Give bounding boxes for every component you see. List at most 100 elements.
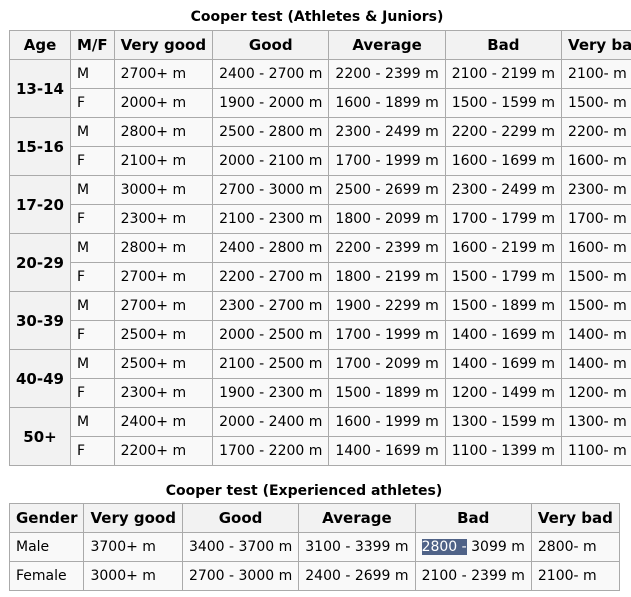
sex-cell: M	[69, 291, 115, 321]
column-header-average: Average	[328, 30, 446, 60]
sex-cell: M	[69, 407, 115, 437]
table-row: F 2100+ m 2000 - 2100 m 1700 - 1999 m 1600 -…	[10, 146, 631, 176]
very-bad-cell: 1300- m	[561, 407, 631, 437]
very-good-cell: 3000+ m	[83, 561, 183, 591]
table-row: F 2700+ m 2200 - 2700 m 1800 - 2199 m 1500 -…	[10, 262, 631, 292]
age-group-cell: 13-14	[9, 59, 71, 118]
bad-cell: 1300 - 1599 m	[444, 407, 563, 437]
good-cell: 2400 - 2800 m	[212, 233, 330, 263]
average-cell: 2200 - 2399 m	[328, 233, 446, 263]
table-row: F 2500+ m 2000 - 2500 m 1700 - 1999 m 1400 -…	[10, 320, 631, 350]
very-good-cell: 2700+ m	[113, 291, 214, 321]
table-row-female: Female 3000+ m 2700 - 3000 m 2400 - 2699…	[8, 561, 620, 591]
sex-cell: M	[69, 117, 115, 147]
table-row: F 2200+ m 1700 - 2200 m 1400 - 1699 m 1100 -…	[10, 436, 631, 466]
bad-cell: 1500 - 1599 m	[444, 88, 563, 118]
very-good-cell: 2000+ m	[113, 88, 214, 118]
table-row: 20-29 M 2800+ m 2400 - 2800 m 2200 - 2399 m1…	[9, 233, 631, 292]
average-cell: 1400 - 1699 m	[328, 436, 446, 466]
sex-cell: M	[69, 349, 115, 379]
good-cell: 2700 - 3000 m	[181, 561, 300, 591]
average-cell: 1700 - 1999 m	[328, 146, 446, 176]
average-cell: 2500 - 2699 m	[328, 175, 446, 205]
average-cell: 1700 - 2099 m	[328, 349, 446, 379]
average-cell: 3100 - 3399 m	[298, 532, 416, 562]
good-cell: 1900 - 2000 m	[212, 88, 330, 118]
average-cell: 2300 - 2499 m	[328, 117, 446, 147]
table-header-row: Gender Very good Good Average Bad Very b…	[8, 503, 620, 533]
table-row: F 2300+ m 2100 - 2300 m 1800 - 2099 m 1700 -…	[10, 204, 631, 234]
age-group-cell: 20-29	[9, 233, 71, 292]
very-good-cell: 2800+ m	[113, 117, 214, 147]
table-row: F 2300+ m 1900 - 2300 m 1500 - 1899 m 1200 -…	[10, 378, 631, 408]
table1-caption: Cooper test (Athletes & Juniors)	[190, 9, 444, 25]
column-header-sex: M/F	[69, 30, 115, 60]
very-bad-cell: 1700- m	[561, 204, 631, 234]
very-bad-cell: 1400- m	[561, 320, 631, 350]
very-good-cell: 2700+ m	[113, 262, 214, 292]
good-cell: 2700 - 3000 m	[212, 175, 330, 205]
very-good-cell: 2700+ m	[113, 59, 214, 89]
sex-cell: F	[69, 204, 115, 234]
bad-cell: 1700 - 1799 m	[444, 204, 563, 234]
good-cell: 2200 - 2700 m	[212, 262, 330, 292]
average-cell: 1500 - 1899 m	[328, 378, 446, 408]
sex-cell: F	[69, 320, 115, 350]
very-bad-cell: 1600- m	[561, 233, 631, 263]
table-row-male: Male 3700+ m 3400 - 3700 m 3100 - 3399 m…	[8, 532, 620, 562]
very-good-cell: 3700+ m	[83, 532, 183, 562]
average-cell: 2200 - 2399 m	[328, 59, 446, 89]
very-bad-cell: 1100- m	[561, 436, 631, 466]
average-cell: 1800 - 2099 m	[328, 204, 446, 234]
very-bad-cell: 1500- m	[561, 262, 631, 292]
bad-cell: 2100 - 2399 m	[414, 561, 532, 591]
good-cell: 2100 - 2300 m	[212, 204, 330, 234]
sex-cell: M	[69, 59, 115, 89]
bad-cell: 1400 - 1699 m	[444, 349, 563, 379]
bad-cell: 1100 - 1399 m	[444, 436, 563, 466]
gender-cell: Male	[8, 532, 85, 562]
table2-caption: Cooper test (Experienced athletes)	[165, 483, 443, 499]
good-cell: 1900 - 2300 m	[212, 378, 330, 408]
table-row: 50+ M 2400+ m 2000 - 2400 m 1600 - 1999 m 130…	[9, 407, 631, 466]
average-cell: 2400 - 2699 m	[298, 561, 416, 591]
sex-cell: M	[69, 233, 115, 263]
very-bad-cell: 1200- m	[561, 378, 631, 408]
gender-cell: Female	[8, 561, 85, 591]
table-row: 40-49 M 2500+ m 2100 - 2500 m 1700 - 2099 m1…	[9, 349, 631, 408]
sex-cell: F	[69, 378, 115, 408]
table-row: 13-14 M 2700+ m 2400 - 2700 m 2200 - 2399 m2…	[9, 59, 631, 118]
bad-cell: 2200 - 2299 m	[444, 117, 563, 147]
very-good-cell: 2400+ m	[113, 407, 214, 437]
bad-cell: 2300 - 2499 m	[444, 175, 563, 205]
average-cell: 1800 - 2199 m	[328, 262, 446, 292]
bad-cell-rest-text: 3099 m	[466, 539, 525, 555]
table-row: 15-16 M 2800+ m 2500 - 2800 m 2300 - 2499 m2…	[9, 117, 631, 176]
column-header-bad: Bad	[414, 503, 532, 533]
age-group-cell: 15-16	[9, 117, 71, 176]
table-row: 17-20 M 3000+ m 2700 - 3000 m 2500 - 2699 m2…	[9, 175, 631, 234]
very-bad-cell: 1500- m	[561, 291, 631, 321]
column-header-good: Good	[212, 30, 330, 60]
very-bad-cell: 2800- m	[530, 532, 620, 562]
very-good-cell: 2100+ m	[113, 146, 214, 176]
column-header-very-good: Very good	[83, 503, 183, 533]
very-good-cell: 2200+ m	[113, 436, 214, 466]
very-good-cell: 2300+ m	[113, 378, 214, 408]
selected-text[interactable]: 2800 -	[421, 539, 467, 555]
bad-cell: 2100 - 2199 m	[444, 59, 563, 89]
very-good-cell: 2500+ m	[113, 320, 214, 350]
bad-cell: 1200 - 1499 m	[444, 378, 563, 408]
cooper-table-athletes-juniors: Age M/F Very good Good Average Bad Very …	[9, 30, 631, 466]
very-bad-cell: 1600- m	[561, 146, 631, 176]
age-group-cell: 30-39	[9, 291, 71, 350]
age-group-cell: 50+	[9, 407, 71, 466]
average-cell: 1600 - 1899 m	[328, 88, 446, 118]
good-cell: 2100 - 2500 m	[212, 349, 330, 379]
good-cell: 1700 - 2200 m	[212, 436, 330, 466]
sex-cell: F	[69, 88, 115, 118]
very-bad-cell: 1500- m	[561, 88, 631, 118]
column-header-average: Average	[298, 503, 416, 533]
column-header-very-bad: Very bad	[561, 30, 631, 60]
bad-cell[interactable]: 2800 - 3099 m	[414, 532, 532, 562]
